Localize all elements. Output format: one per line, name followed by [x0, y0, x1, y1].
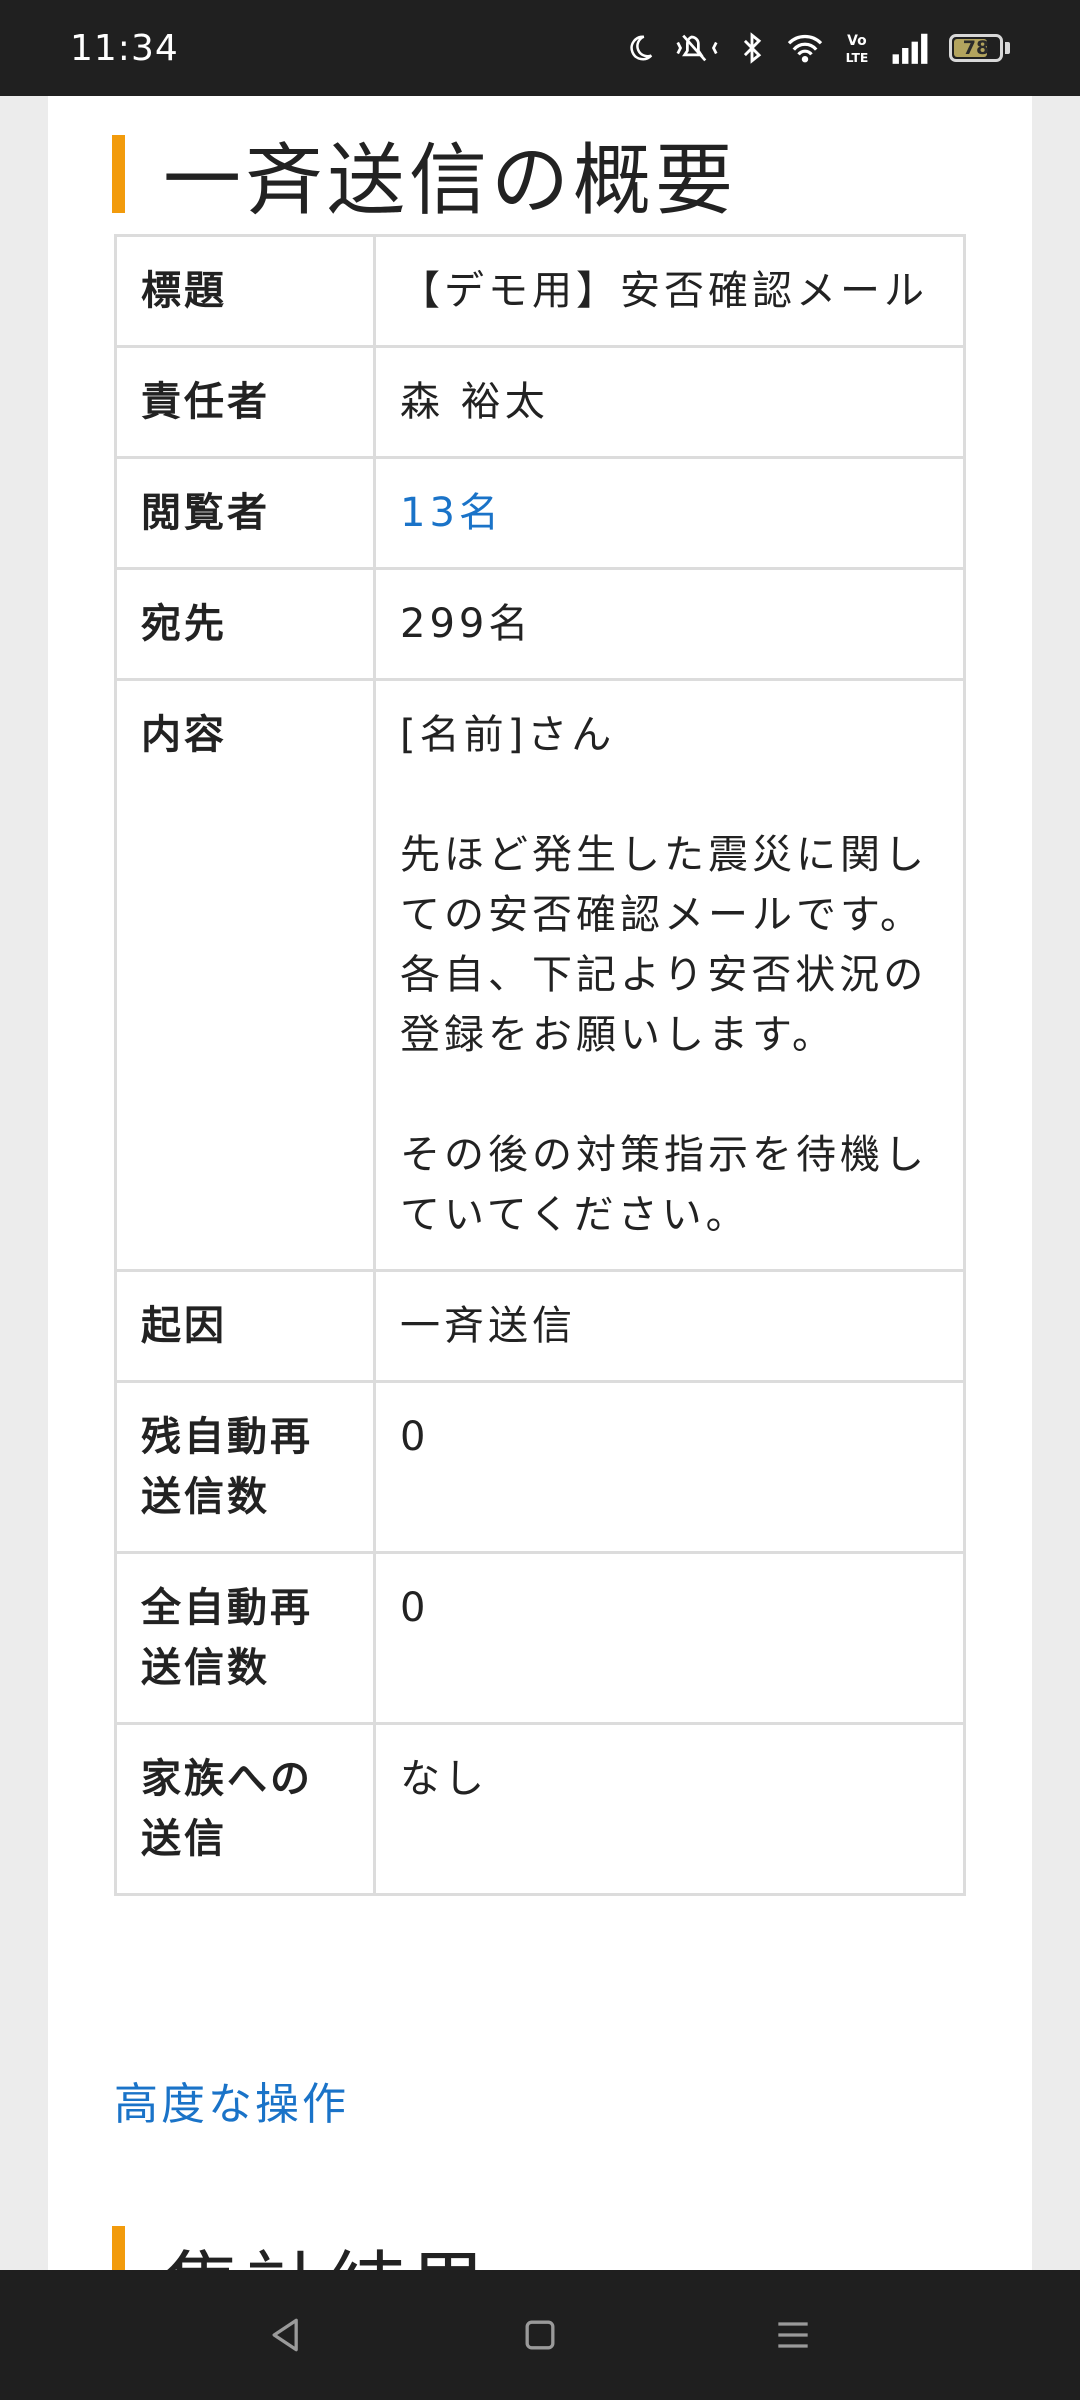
accent-bar — [112, 2226, 125, 2270]
navigation-bar — [0, 2270, 1080, 2400]
row-label: 全自動再送信数 — [114, 1551, 376, 1725]
battery-icon: 78 — [949, 34, 1010, 62]
wifi-icon — [787, 34, 823, 63]
row-value: 299名 — [373, 567, 966, 681]
status-icons: Vo LTE 78 — [625, 31, 1010, 65]
row-label: 残自動再送信数 — [114, 1380, 376, 1554]
battery-tip — [1005, 42, 1010, 54]
advanced-operations-link[interactable]: 高度な操作 — [114, 2068, 349, 2132]
status-time: 11:34 — [70, 27, 179, 69]
mute-vibrate-icon — [676, 34, 718, 62]
table-row: 宛先 299名 — [114, 567, 966, 681]
viewers-link[interactable]: 13名 — [373, 456, 966, 570]
signal-icon — [892, 33, 928, 64]
moon-icon — [630, 35, 653, 61]
battery-body: 78 — [949, 34, 1003, 62]
table-row: 標題 【デモ用】安否確認メール — [114, 234, 966, 348]
row-label: 宛先 — [114, 567, 376, 681]
svg-text:Vo: Vo — [847, 33, 867, 49]
table-row: 閲覧者 13名 — [114, 456, 966, 570]
table-row: 全自動再送信数 0 — [114, 1551, 966, 1725]
row-value: 森 裕太 — [373, 345, 966, 459]
accent-bar — [112, 135, 125, 213]
row-value: 0 — [373, 1380, 966, 1554]
bluetooth-icon — [743, 32, 762, 64]
row-label: 標題 — [114, 234, 376, 348]
table-row: 内容 [名前]さん 先ほど発生した震災に関しての安否確認メールです。 各自、下記よ… — [114, 678, 966, 1272]
back-icon[interactable] — [265, 2313, 309, 2357]
table-row: 起因 一斉送信 — [114, 1269, 966, 1383]
section-header: 一斉送信の概要 — [112, 118, 737, 230]
summary-table: 標題 【デモ用】安否確認メール 責任者森 裕太 閲覧者 13名 宛先 299名 内容 [名前]さ… — [114, 234, 966, 1896]
svg-text:LTE: LTE — [846, 51, 869, 65]
row-value: 一斉送信 — [373, 1269, 966, 1383]
table-row: 残自動再送信数 0 — [114, 1380, 966, 1554]
home-icon[interactable] — [518, 2313, 562, 2357]
row-value: 0 — [373, 1551, 966, 1725]
volte-icon: Vo LTE — [846, 33, 869, 65]
row-label: 家族への送信 — [114, 1722, 376, 1896]
row-value: 【デモ用】安否確認メール — [373, 234, 966, 348]
row-label: 起因 — [114, 1269, 376, 1383]
row-value: [名前]さん 先ほど発生した震災に関しての安否確認メールです。 各自、下記より安… — [373, 678, 966, 1272]
row-label: 責任者 — [114, 345, 376, 459]
row-label: 閲覧者 — [114, 456, 376, 570]
next-section-header: 集計結果 — [112, 2226, 491, 2270]
row-value: なし — [373, 1722, 966, 1896]
row-label: 内容 — [114, 678, 376, 1272]
section-title: 一斉送信の概要 — [163, 136, 738, 226]
table-row: 責任者森 裕太 — [114, 345, 966, 459]
content-card: 一斉送信の概要 標題 【デモ用】安否確認メール 責任者森 裕太 閲覧者 13名 宛先 299… — [48, 96, 1032, 2270]
table-row: 家族への送信 なし — [114, 1722, 966, 1896]
next-section-title: 集計結果 — [163, 2226, 491, 2270]
status-bar: 11:34 Vo LTE 78 — [0, 0, 1080, 96]
battery-percent: 78 — [962, 37, 990, 59]
menu-icon[interactable] — [771, 2313, 815, 2357]
